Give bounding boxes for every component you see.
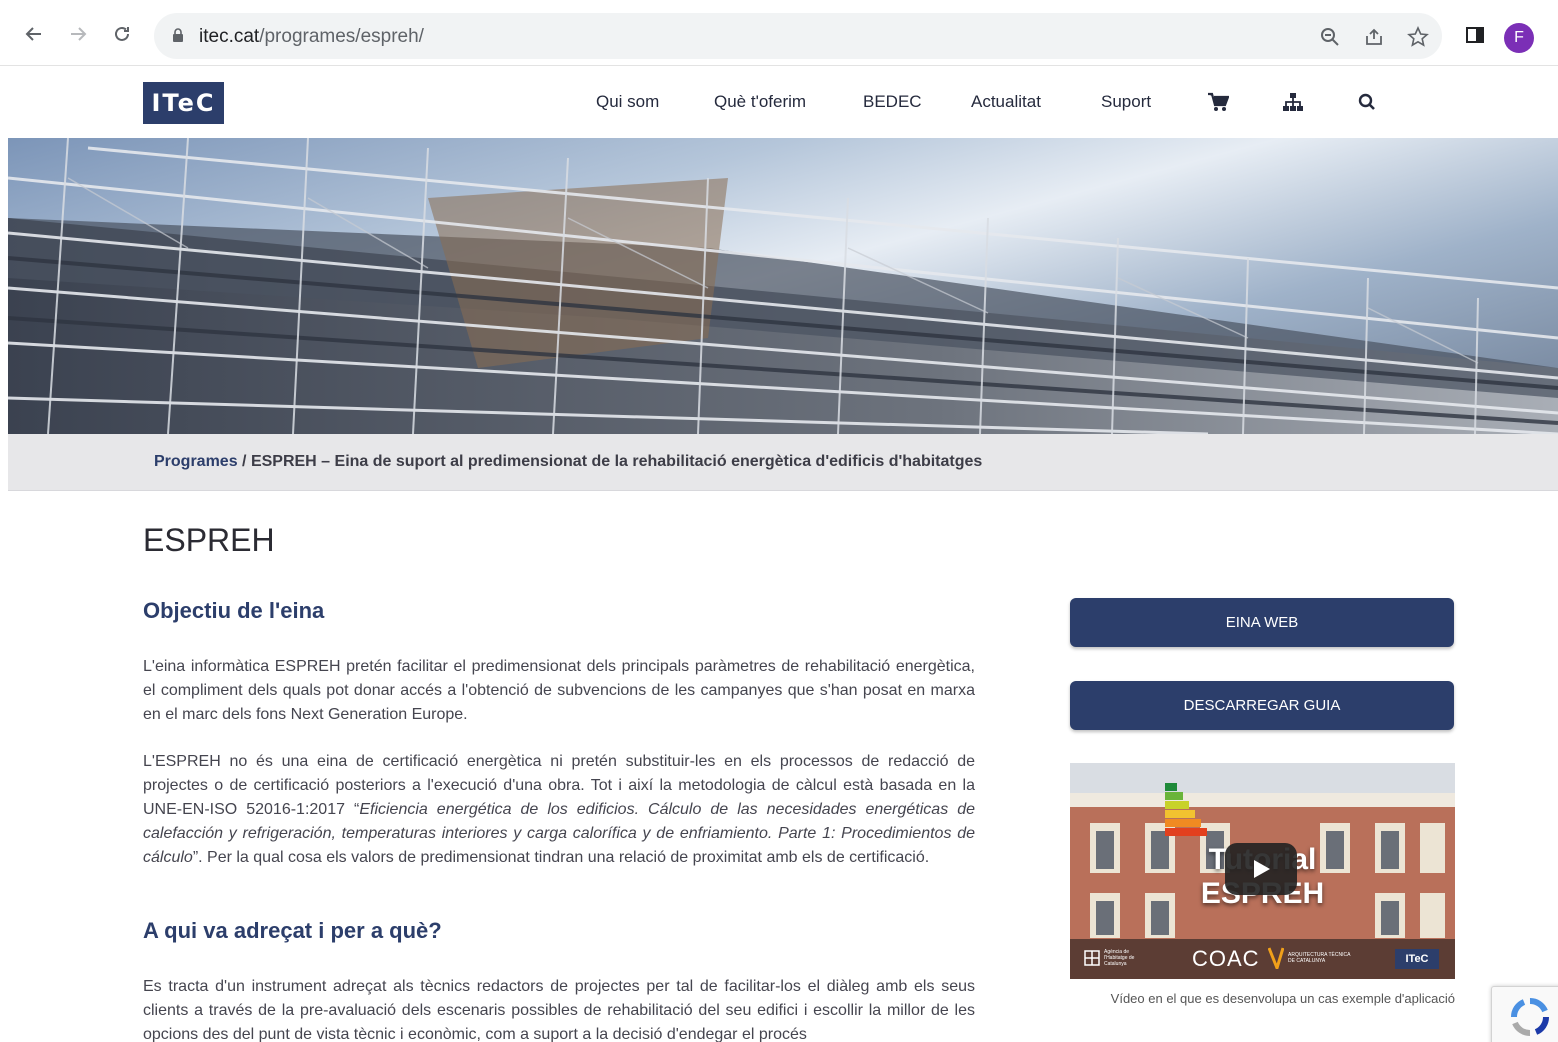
recaptcha-badge[interactable] (1491, 986, 1558, 1042)
arquitectura-tecnica-logo: ARQUITECTURA TÈCNICA DE CATALUNYA (1268, 947, 1352, 969)
scaffolding-illustration (8, 138, 1558, 434)
coac-logo: COAC (1192, 946, 1260, 971)
share-icon[interactable] (1362, 25, 1386, 49)
nav-suport[interactable]: Suport (1101, 92, 1151, 112)
paragraph-metodologia: L'ESPREH no és una eina de certificació … (143, 753, 976, 866)
breadcrumb-programes-link[interactable]: Programes (154, 453, 238, 470)
hero-scaffolding-image (8, 138, 1558, 434)
search-icon[interactable] (1355, 90, 1379, 114)
section-heading-a-qui: A qui va adreçat i per a què? (143, 918, 442, 943)
url-text: itec.cat/programes/espreh/ (199, 26, 424, 47)
address-bar[interactable]: itec.cat/programes/espreh/ (154, 13, 1442, 59)
nav-que-toferim[interactable]: Què t'oferim (714, 92, 806, 112)
profile-avatar[interactable]: F (1504, 23, 1534, 53)
nav-bedec[interactable]: BEDEC (863, 92, 922, 112)
agencia-habitatge-logo: Agència de l'Habitatge de Catalunya (1084, 949, 1152, 967)
lock-icon (173, 28, 183, 42)
zoom-icon[interactable] (1318, 25, 1342, 49)
itec-logo[interactable]: ITeC (143, 82, 224, 124)
recaptcha-icon (1510, 997, 1550, 1037)
forward-arrow-icon[interactable] (64, 20, 92, 48)
page-title: ESPREH (143, 522, 275, 558)
reload-icon[interactable] (108, 20, 136, 48)
breadcrumb-bar: Programes / ESPREH – Eina de suport al p… (8, 434, 1558, 491)
browser-toolbar: itec.cat/programes/espreh/ F (0, 0, 1558, 66)
breadcrumb: Programes / ESPREH – Eina de suport al p… (154, 453, 983, 470)
paragraph-a-qui: Es tracta d'un instrument adreçat als tè… (143, 978, 975, 1042)
video-caption: Vídeo en el que es desenvolupa un cas ex… (1110, 991, 1455, 1006)
side-panel-icon[interactable] (1462, 22, 1488, 48)
play-button-icon[interactable] (1225, 843, 1297, 895)
bookmark-star-icon[interactable] (1406, 25, 1430, 49)
descarregar-guia-button[interactable]: DESCARREGAR GUIA (1070, 681, 1454, 730)
breadcrumb-current: ESPREH – Eina de suport al predimensiona… (250, 453, 983, 470)
cart-icon[interactable] (1206, 90, 1230, 114)
nav-qui-som[interactable]: Qui som (596, 92, 659, 112)
itec-small-logo: ITeC (1395, 949, 1439, 969)
tutorial-video[interactable]: Tutorial ESPREH Agència de l'Habitatge d… (1070, 763, 1455, 979)
back-arrow-icon[interactable] (20, 20, 48, 48)
nav-actualitat[interactable]: Actualitat (971, 92, 1041, 112)
sitemap-icon[interactable] (1281, 90, 1305, 114)
paragraph-objectiu: L'eina informàtica ESPREH pretén facilit… (143, 658, 975, 723)
eina-web-button[interactable]: EINA WEB (1070, 598, 1454, 647)
section-heading-objectiu: Objectiu de l'eina (143, 598, 325, 623)
site-header: ITeC Qui som Què t'oferim BEDEC Actualit… (0, 66, 1558, 138)
